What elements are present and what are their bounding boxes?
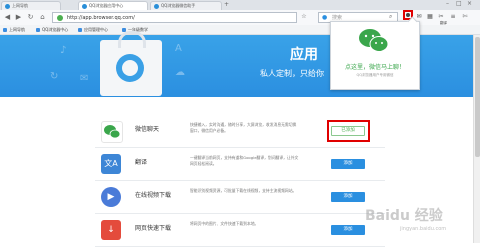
app-description: 一键翻译当前网页，支持有道和Google翻译，划词翻译，让外文网页轻松阅读。 — [190, 155, 299, 166]
watermark: Baidu 经验 — [365, 208, 443, 224]
tab-label: QQ浏览器微信助手 — [161, 3, 196, 8]
address-text: http://app.browser.qq.com/ — [67, 15, 135, 21]
scrollbar[interactable] — [473, 35, 480, 243]
bookmark-item[interactable]: QQ浏览器中心 — [36, 25, 68, 34]
wechat-icon — [101, 121, 123, 143]
tab-app-center[interactable]: QQ浏览器应用中心 — [78, 1, 148, 10]
banner-subtitle: 私人定制，只给你 — [260, 69, 324, 78]
add-button[interactable]: 添加 — [331, 225, 365, 235]
maximize-icon[interactable]: □ — [456, 0, 462, 7]
popup-headline: 点这里，微信马上聊！ — [344, 64, 405, 71]
popup-subtext: QQ浏览器用户专用微信 — [356, 73, 394, 77]
banner-title: 应用 — [290, 47, 318, 63]
tab-label: QQ浏览器应用中心 — [89, 3, 124, 8]
watermark-url: jingyan.baidu.com — [400, 226, 447, 232]
list-item: 文A 翻译 一键翻译当前网页，支持有道和Google翻译，划词翻译，让外文网页轻… — [95, 148, 385, 181]
list-item: ↓ 网页快速下载 将网页中的图片、文件快速下载到本地。 添加 — [95, 214, 385, 247]
bookmark-item[interactable]: 上网导航 — [3, 25, 25, 34]
close-icon[interactable]: × — [467, 0, 472, 7]
app-description: 快捷输入，实时沟通，随时分享，大屏浏览，收发消息无需切换窗口，微信用户必备。 — [190, 122, 297, 133]
back-icon[interactable]: ◀ — [3, 13, 12, 22]
scissors-icon[interactable]: ✄ — [461, 13, 469, 21]
letter-a-icon: A — [175, 43, 182, 54]
tab-home[interactable]: 上网导航 — [1, 1, 61, 10]
search-icon[interactable]: ⌕ — [389, 13, 392, 21]
forward-icon[interactable]: ▶ — [14, 13, 23, 22]
tab-wechat-assistant[interactable]: QQ浏览器微信助手 — [150, 1, 222, 10]
wechat-popup[interactable]: 点这里，微信马上聊！ QQ浏览器用户专用微信 — [330, 16, 420, 90]
music-icon: ♪ — [60, 45, 67, 56]
bookmark-icon — [3, 28, 7, 32]
app-description: 将网页中的图片、文件快速下载到本地。 — [190, 221, 259, 226]
wechat-icon — [406, 13, 410, 17]
tab-label: 上网导航 — [12, 3, 28, 8]
refresh-icon: ↻ — [50, 71, 59, 82]
add-button[interactable]: 添加 — [331, 159, 365, 169]
translate-icon: 文A — [101, 154, 121, 174]
bookmark-icon — [36, 28, 40, 32]
wechat-logo-icon — [359, 29, 389, 52]
app-name: 在线视频下载 — [135, 192, 172, 199]
tab-bar: 上网导航 QQ浏览器应用中心 QQ浏览器微信助手 + – □ × — [0, 0, 480, 10]
scrollbar-thumb[interactable] — [475, 37, 480, 157]
secure-icon — [57, 15, 63, 21]
qq-browser-icon — [154, 4, 159, 9]
video-download-icon: ▶ — [101, 187, 121, 207]
app-name: 微信聊天 — [135, 126, 160, 133]
menu-icon[interactable]: ≡ — [449, 13, 457, 21]
app-description: 智能识别视频资源，可批量下载在线视频，支持主流视频网站。 — [190, 188, 297, 193]
qq-browser-logo — [116, 54, 144, 82]
home-icon[interactable]: ⌂ — [38, 13, 47, 22]
home-icon — [5, 4, 10, 9]
app-name: 翻译 — [135, 159, 148, 166]
add-button[interactable]: 添加 — [331, 192, 365, 202]
grid-icon[interactable]: ▦ — [426, 13, 434, 21]
tools-icon[interactable]: ✂ — [437, 13, 445, 21]
bookmark-item[interactable]: 应用管理中心 — [78, 25, 108, 34]
refresh-icon[interactable]: ↻ — [26, 13, 35, 22]
quick-download-icon: ↓ — [101, 220, 121, 240]
search-engine-icon[interactable]: ● — [322, 14, 327, 21]
app-name: 网页快速下载 — [135, 225, 172, 232]
qq-browser-icon — [82, 4, 87, 9]
new-tab-button[interactable]: + — [224, 1, 229, 8]
chat-icon: ✉ — [80, 73, 89, 84]
address-bar[interactable]: http://app.browser.qq.com/ — [52, 12, 297, 23]
highlight-box — [327, 120, 370, 142]
minimize-icon[interactable]: – — [446, 0, 449, 7]
app-bag-illustration — [100, 31, 162, 96]
list-item: ▶ 在线视频下载 智能识别视频资源，可批量下载在线视频，支持主流视频网站。 添加 — [95, 181, 385, 214]
cloud-icon: ☁ — [175, 67, 185, 78]
star-icon[interactable]: ☆ — [300, 13, 308, 21]
bookmark-icon — [78, 28, 82, 32]
